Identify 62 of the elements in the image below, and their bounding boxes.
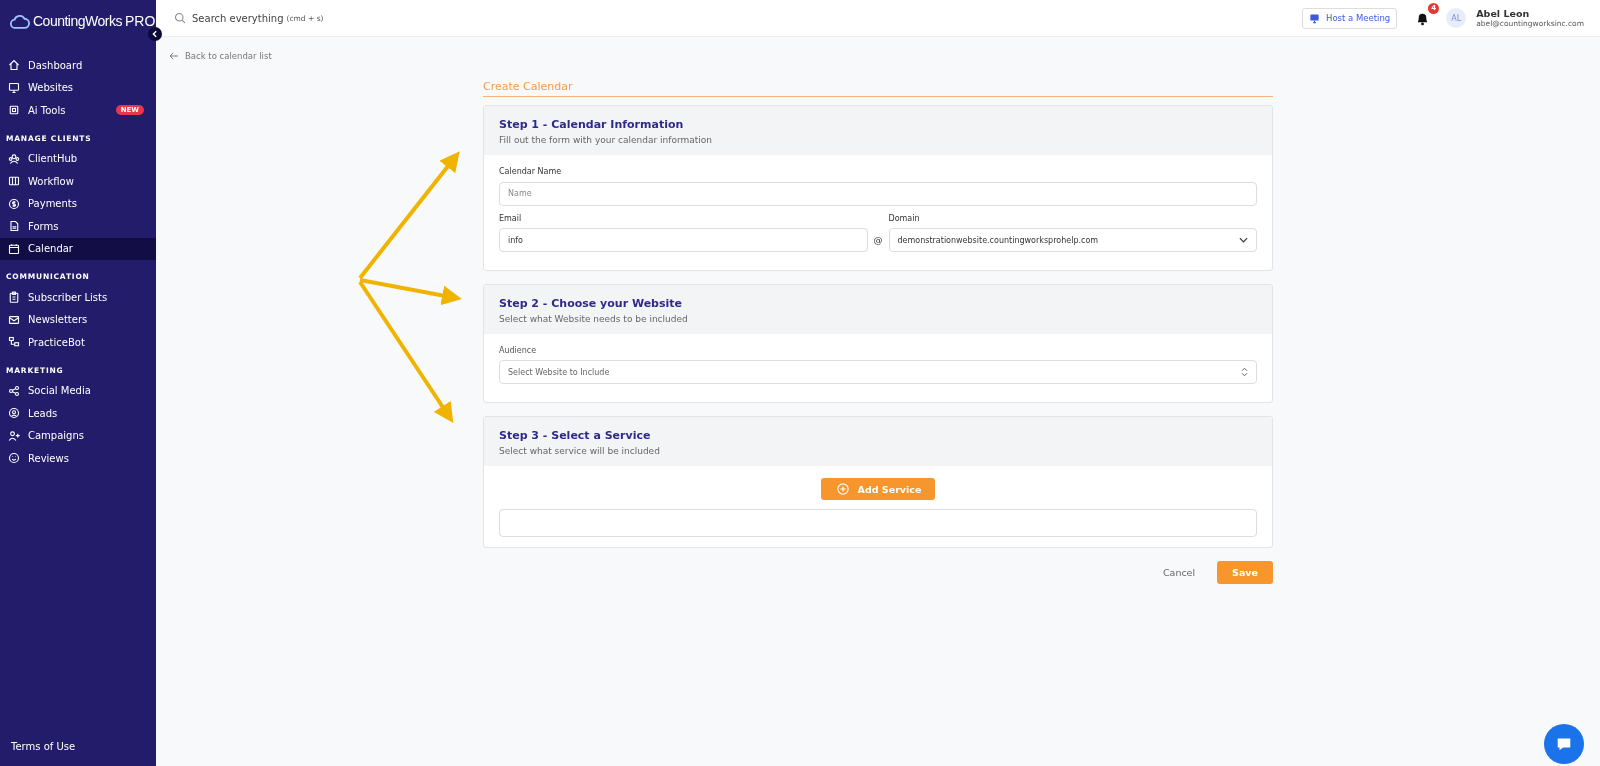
user-name: Abel Leon bbox=[1476, 8, 1531, 19]
chevron-down-icon bbox=[1239, 237, 1248, 243]
cloud-logo-icon bbox=[10, 13, 30, 29]
step-subtitle: Fill out the form with your calendar information bbox=[499, 135, 713, 145]
field-label: Calendar Name bbox=[499, 167, 563, 176]
sidebar-item[interactable]: Leads bbox=[0, 402, 156, 425]
smiley-icon bbox=[8, 452, 20, 465]
plus-circle-icon bbox=[836, 483, 849, 495]
calendar-icon bbox=[8, 242, 20, 255]
sidebar-item[interactable]: Calendar bbox=[0, 237, 156, 260]
bot-icon bbox=[8, 336, 20, 349]
share-icon bbox=[8, 384, 20, 397]
home-icon bbox=[8, 59, 20, 72]
field-label: Audience bbox=[499, 346, 538, 355]
columns-icon bbox=[8, 175, 20, 188]
sidebar-item[interactable]: Payments bbox=[0, 192, 156, 215]
monitor-icon bbox=[8, 81, 20, 94]
calendar-name-field[interactable]: Name bbox=[499, 181, 1257, 206]
domain-dropdown[interactable]: demonstrationwebsite.countingworksprohelp.com bbox=[888, 228, 1257, 252]
sidebar-item[interactable]: Reviews bbox=[0, 447, 156, 470]
sidebar-item[interactable]: Websites bbox=[0, 76, 156, 99]
cancel-button[interactable]: Cancel bbox=[1156, 566, 1202, 579]
step-title: Step 1 - Calendar Information bbox=[499, 118, 685, 131]
search-placeholder: Search everything bbox=[192, 12, 284, 24]
sidebar-item[interactable]: Dashboard bbox=[0, 54, 156, 77]
page-title: Create Calendar bbox=[483, 80, 1273, 97]
step-title: Step 3 - Select a Service bbox=[499, 429, 652, 442]
up-down-chevron-icon bbox=[1241, 367, 1248, 377]
step-subtitle: Select what service will be included bbox=[499, 446, 661, 456]
back-link[interactable]: Back to calendar list bbox=[169, 51, 272, 61]
chip-icon bbox=[8, 104, 20, 117]
dollar-icon bbox=[8, 197, 20, 210]
sidebar-item[interactable]: Workflow bbox=[0, 170, 156, 193]
envelope-icon bbox=[8, 313, 20, 326]
search-icon bbox=[174, 12, 186, 24]
person-plus-icon bbox=[8, 429, 20, 442]
sidebar-item[interactable]: PracticeBot bbox=[0, 331, 156, 354]
sidebar-item[interactable]: Campaigns bbox=[0, 424, 156, 447]
chevron-left-icon bbox=[151, 30, 159, 38]
clipboard-icon bbox=[8, 291, 20, 304]
document-icon bbox=[8, 220, 20, 233]
brand-name: CountingWorks bbox=[33, 13, 122, 29]
sidebar-item[interactable]: Social Media bbox=[0, 379, 156, 402]
at-sign: @ bbox=[873, 235, 883, 245]
person-circle-icon bbox=[8, 407, 20, 420]
field-label: Email bbox=[499, 213, 523, 223]
host-meeting-button[interactable]: Host a Meeting bbox=[1302, 7, 1398, 29]
audience-dropdown[interactable]: Select Website to Include bbox=[499, 360, 1257, 384]
step-title: Step 2 - Choose your Website bbox=[499, 297, 683, 310]
collapse-sidebar-button[interactable] bbox=[148, 27, 162, 41]
sidebar-item[interactable]: ClientHub bbox=[0, 147, 156, 170]
field-label: Domain bbox=[888, 214, 921, 223]
step-subtitle: Select what Website needs to be included bbox=[499, 314, 689, 324]
email-field[interactable]: info bbox=[499, 228, 868, 252]
brand-suffix: PRO bbox=[124, 13, 156, 29]
monitor-icon bbox=[1309, 12, 1320, 24]
terms-of-use-link[interactable]: Terms of Use bbox=[0, 741, 156, 766]
people-icon bbox=[8, 152, 20, 165]
sidebar-item[interactable]: Subscriber Lists bbox=[0, 286, 156, 309]
sidebar-item[interactable]: Newsletters bbox=[0, 308, 156, 331]
left-arrow-icon bbox=[169, 52, 179, 60]
sidebar-item[interactable]: Forms bbox=[0, 215, 156, 238]
